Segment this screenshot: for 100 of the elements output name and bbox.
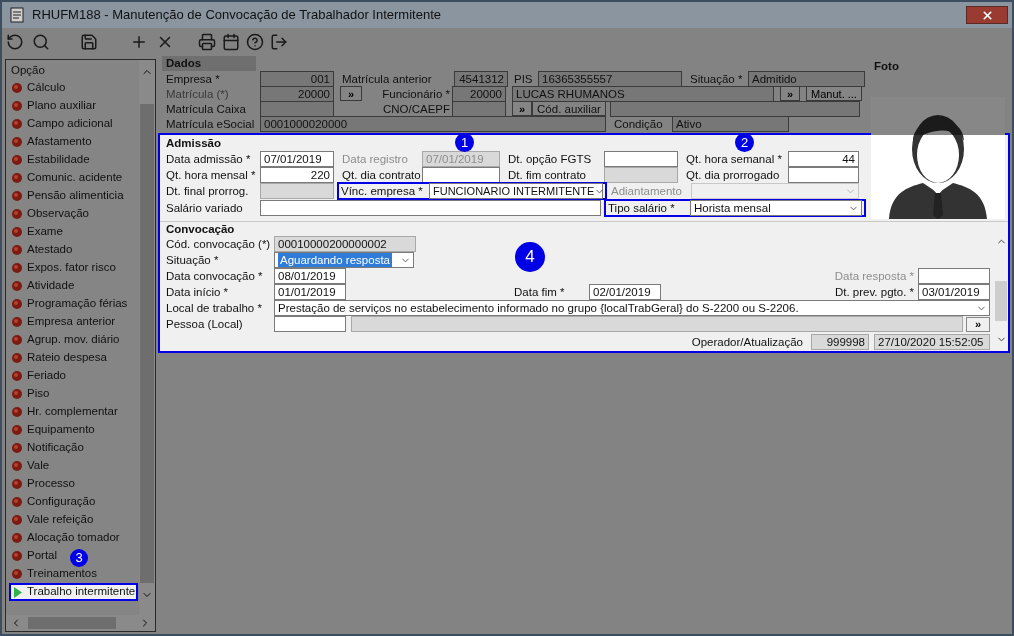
field-label: Data início * bbox=[166, 285, 229, 300]
bullet-icon bbox=[12, 479, 22, 489]
bullet-icon bbox=[12, 119, 22, 129]
field-label: Qt. dia prorrogado bbox=[686, 168, 781, 183]
text-field[interactable]: 03/01/2019 bbox=[918, 284, 990, 300]
text-field[interactable] bbox=[604, 151, 678, 167]
dropdown[interactable]: FUNCIONARIO INTERMITENTE bbox=[429, 183, 603, 199]
section-title: Dados bbox=[162, 56, 256, 71]
bullet-icon bbox=[12, 407, 22, 417]
option-item[interactable]: Feriado bbox=[11, 367, 66, 385]
field-label: Qt. hora mensal * bbox=[166, 168, 257, 183]
text-field[interactable]: 999998 bbox=[811, 334, 869, 350]
bullet-icon bbox=[12, 551, 22, 561]
option-item[interactable]: Observação bbox=[11, 205, 89, 223]
exit-icon[interactable] bbox=[270, 33, 288, 51]
section-title: Convocação bbox=[166, 222, 235, 236]
option-item[interactable]: Alocação tomador bbox=[11, 529, 120, 547]
undo-icon[interactable] bbox=[6, 33, 24, 51]
manut-button[interactable]: Manut. ... bbox=[806, 86, 862, 101]
text-field[interactable]: 02/01/2019 bbox=[589, 284, 661, 300]
option-item[interactable]: Estabilidade bbox=[11, 151, 90, 169]
field-label: CNO/CAEPF bbox=[381, 101, 451, 117]
close-button[interactable] bbox=[966, 6, 1008, 24]
option-item[interactable]: Plano auxiliar bbox=[11, 97, 97, 115]
field-label: Matrícula anterior bbox=[342, 71, 433, 87]
text-field[interactable]: 44 bbox=[788, 151, 859, 167]
dropdown[interactable]: Horista mensal bbox=[690, 200, 862, 216]
dropdown[interactable]: Aguardando resposta bbox=[274, 252, 414, 268]
text-field[interactable]: 27/10/2020 15:52:05 bbox=[874, 334, 990, 350]
field-label: Local de trabalho * bbox=[166, 301, 263, 316]
text-field[interactable]: LUCAS RHUMANOS bbox=[512, 85, 774, 102]
field-label: Data registro bbox=[342, 152, 409, 167]
bullet-icon bbox=[12, 533, 22, 543]
section-title: Foto bbox=[874, 59, 899, 74]
option-item[interactable]: Piso bbox=[11, 385, 50, 403]
bullet-icon bbox=[12, 173, 22, 183]
horizontal-scrollbar[interactable] bbox=[6, 615, 155, 631]
printer-icon[interactable] bbox=[198, 33, 216, 51]
option-item[interactable]: Comunic. acidente bbox=[11, 169, 123, 187]
dropdown[interactable]: Prestação de serviços no estabelecimento informado no grupo {localTrabGeral} do S-2200 ou S-2206. bbox=[274, 300, 990, 316]
lookup-button[interactable]: » bbox=[966, 316, 990, 332]
option-item[interactable]: Atestado bbox=[11, 241, 73, 259]
text-field[interactable] bbox=[788, 167, 859, 183]
field-label: Data resposta * bbox=[834, 269, 915, 284]
text-field[interactable]: 07/01/2019 bbox=[260, 151, 334, 167]
text-field[interactable]: 001 bbox=[260, 70, 334, 87]
option-item[interactable]: Empresa anterior bbox=[11, 313, 116, 331]
option-item[interactable]: Processo bbox=[11, 475, 75, 493]
help-icon[interactable] bbox=[246, 33, 264, 51]
text-field[interactable] bbox=[260, 200, 601, 216]
field-label: Situação * bbox=[166, 253, 220, 268]
text-field[interactable]: 0001000020000 bbox=[260, 115, 606, 132]
text-field[interactable]: 4541312 bbox=[454, 70, 508, 87]
calendar-icon[interactable] bbox=[222, 33, 240, 51]
field-label: Adiantamento bbox=[611, 184, 683, 199]
text-field[interactable] bbox=[422, 167, 500, 183]
option-item[interactable]: Campo adicional bbox=[11, 115, 113, 133]
field-label: Qt. hora semanal * bbox=[686, 152, 783, 167]
field-label: Vínc. empresa * bbox=[341, 184, 424, 199]
option-item[interactable]: Trabalho intermitente bbox=[9, 583, 138, 601]
lookup-button[interactable]: » bbox=[780, 86, 800, 101]
text-field[interactable]: 08/01/2019 bbox=[274, 268, 346, 284]
text-field[interactable] bbox=[918, 268, 990, 284]
text-field[interactable]: Admitido bbox=[748, 70, 865, 87]
save-icon[interactable] bbox=[80, 33, 98, 51]
option-item[interactable]: Notificação bbox=[11, 439, 84, 457]
option-item[interactable]: Portal bbox=[11, 547, 58, 565]
field-label: Data convocação * bbox=[166, 269, 264, 284]
option-item[interactable]: Afastamento bbox=[11, 133, 92, 151]
option-item[interactable]: Equipamento bbox=[11, 421, 95, 439]
text-field[interactable]: 16365355557 bbox=[538, 70, 682, 87]
option-item[interactable]: Rateio despesa bbox=[11, 349, 107, 367]
option-item[interactable]: Treinamentos bbox=[11, 565, 97, 583]
text-field[interactable] bbox=[351, 316, 963, 332]
option-item[interactable]: Cálculo bbox=[11, 79, 66, 97]
add-icon[interactable] bbox=[130, 33, 148, 51]
option-item[interactable]: Agrup. mov. diário bbox=[11, 331, 120, 349]
field-label: Dt. final prorrog. bbox=[166, 184, 250, 199]
option-item[interactable]: Vale refeição bbox=[11, 511, 94, 529]
option-item[interactable]: Atividade bbox=[11, 277, 75, 295]
option-item[interactable]: Configuração bbox=[11, 493, 96, 511]
field-label: Condição bbox=[614, 116, 664, 132]
text-field[interactable]: 220 bbox=[260, 167, 334, 183]
field-label: Matrícula eSocial bbox=[166, 116, 256, 132]
option-item[interactable]: Programação férias bbox=[11, 295, 128, 313]
lookup-button[interactable]: » bbox=[512, 101, 532, 116]
bullet-icon bbox=[12, 425, 22, 435]
option-item[interactable]: Expos. fator risco bbox=[11, 259, 116, 277]
text-field[interactable]: 01/01/2019 bbox=[274, 284, 346, 300]
field-label: Pessoa (Local) bbox=[166, 317, 244, 332]
field-label: Empresa * bbox=[166, 71, 221, 87]
search-icon[interactable] bbox=[32, 33, 50, 51]
option-item[interactable]: Pensão alimenticia bbox=[11, 187, 124, 205]
option-item[interactable]: Vale bbox=[11, 457, 50, 475]
bullet-icon bbox=[12, 137, 22, 147]
option-item[interactable]: Exame bbox=[11, 223, 63, 241]
bullet-icon bbox=[12, 389, 22, 399]
vertical-scrollbar[interactable] bbox=[139, 60, 155, 615]
text-field[interactable] bbox=[274, 316, 346, 332]
option-item[interactable]: Hr. complementar bbox=[11, 403, 118, 421]
